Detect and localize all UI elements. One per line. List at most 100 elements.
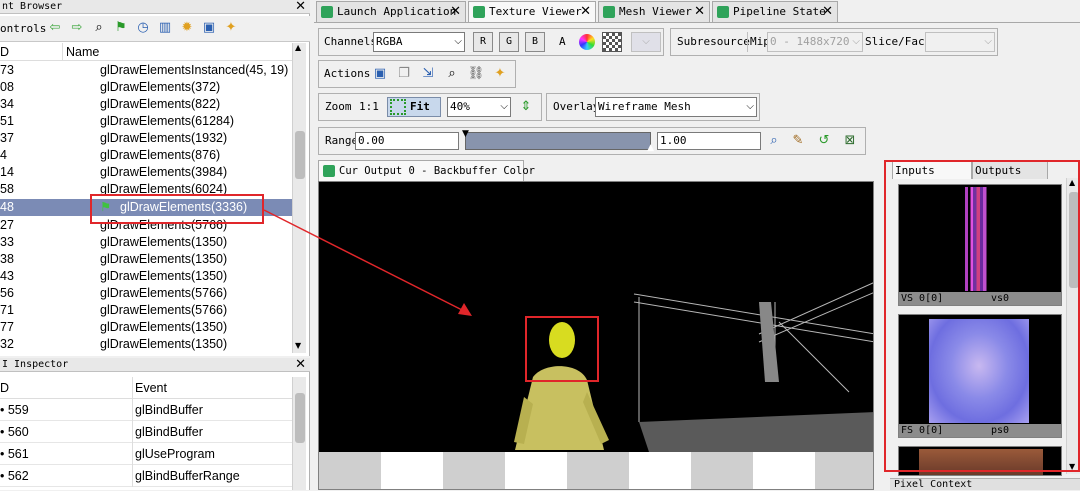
api-call-row[interactable]: • 562 glBindBufferRange	[0, 465, 292, 487]
subresource-label: Subresource	[677, 35, 750, 48]
api-inspector-panel: I Inspector ✕ D Event • 559 glBindBuffer …	[0, 358, 310, 490]
api-inspector-header: D Event	[0, 377, 292, 399]
api-call-row[interactable]: • 559 glBindBuffer	[0, 399, 292, 421]
subresource-toolbar: Subresource Mip 0 - 1488x720 ⌵ Slice/Face…	[670, 28, 998, 56]
slice-face-select[interactable]: ⌵	[925, 32, 995, 52]
event-row[interactable]: 71 glDrawElements(5766)	[0, 302, 292, 319]
save-texture-icon[interactable]: ▣	[371, 65, 389, 83]
checker-floor	[319, 452, 873, 489]
star-icon[interactable]: ✦	[491, 65, 509, 83]
red-channel-toggle[interactable]: R	[473, 32, 493, 52]
reset-range-icon[interactable]: ↺	[815, 132, 833, 150]
blue-channel-toggle[interactable]: B	[525, 32, 545, 52]
range-black-point-handle[interactable]: ▼	[462, 129, 469, 139]
copy-icon[interactable]: ❐	[395, 65, 413, 83]
range-toolbar: Range 0.00 ▼ ▲ 1.00 ⌕ ✎ ↺ ⊠	[318, 127, 866, 155]
zoom-range-icon[interactable]: ⌕	[765, 132, 783, 150]
event-row[interactable]: 56 glDrawElements(5766)	[0, 285, 292, 302]
range-white-point-handle[interactable]: ▲	[647, 143, 654, 153]
event-row[interactable]: 33 glDrawElements(1350)	[0, 234, 292, 251]
chevron-down-icon: ⌵	[984, 36, 992, 47]
annotation-highlight-box	[884, 160, 1080, 472]
range-slider[interactable]: ▼ ▲	[462, 129, 654, 153]
close-icon[interactable]: ✕	[295, 0, 306, 13]
mip-select[interactable]: 0 - 1488x720 ⌵	[767, 32, 863, 52]
event-row[interactable]: 08 glDrawElements(372)	[0, 79, 292, 96]
close-icon[interactable]: ✕	[694, 2, 705, 22]
settings-gear-icon[interactable]: ✹	[178, 19, 196, 37]
binoculars-icon[interactable]: ⌕	[443, 65, 461, 83]
flip-vertical-icon[interactable]: ⇕	[517, 98, 535, 116]
find-binoculars-icon[interactable]: ⌕	[90, 19, 108, 37]
tab-window-icon	[717, 6, 729, 18]
previous-arrow-icon[interactable]: ⇦	[46, 19, 64, 37]
column-header-id[interactable]: D	[0, 43, 9, 61]
star-icon[interactable]: ✦	[222, 19, 240, 37]
event-row[interactable]: 37 glDrawElements(1932)	[0, 130, 292, 147]
statistics-icon[interactable]: ▥	[156, 19, 174, 37]
event-row[interactable]: 77 glDrawElements(1350)	[0, 319, 292, 336]
api-inspector-scrollbar[interactable]	[292, 377, 306, 490]
output-tab[interactable]: Cur Output 0 - Backbuffer Color	[318, 160, 535, 181]
event-row[interactable]: 51 glDrawElements(61284)	[0, 113, 292, 130]
scrollbar-thumb[interactable]	[295, 393, 305, 443]
range-label: Range	[325, 134, 359, 147]
scroll-up-arrow-icon[interactable]: ▲	[295, 43, 301, 52]
api-call-row[interactable]: • 560 glBindBuffer	[0, 421, 292, 443]
link-icon[interactable]: ⛓	[467, 65, 485, 83]
api-call-row[interactable]: • 561 glUseProgram	[0, 443, 292, 465]
main-tab-bar: Launch Application ✕ Texture Viewer ✕ Mesh…	[314, 0, 1080, 23]
texture-viewport[interactable]	[318, 181, 874, 490]
next-arrow-icon[interactable]: ⇨	[68, 19, 86, 37]
channels-select[interactable]: RGBA ⌵	[373, 32, 465, 52]
column-header-event[interactable]: Event	[132, 377, 167, 399]
range-min-input[interactable]: 0.00	[355, 132, 459, 150]
scroll-down-arrow-icon[interactable]: ▼	[295, 341, 301, 350]
bookmark-flag-icon[interactable]: ⚑	[112, 19, 130, 37]
tab-mesh-viewer[interactable]: Mesh Viewer ✕	[598, 1, 710, 22]
event-list-scrollbar[interactable]: ▲ ▼	[292, 43, 306, 353]
alpha-channel-toggle[interactable]: A	[559, 32, 566, 52]
fit-button[interactable]: Fit	[387, 97, 441, 117]
fit-to-window-icon	[390, 99, 406, 115]
checkerboard-icon[interactable]	[602, 32, 622, 52]
event-row[interactable]: 32 glDrawElements(1350)	[0, 336, 292, 352]
close-icon[interactable]: ✕	[295, 358, 306, 371]
column-header-name[interactable]: Name	[62, 43, 99, 61]
event-row[interactable]: 4 glDrawElements(876)	[0, 147, 292, 164]
color-wheel-icon[interactable]	[579, 34, 595, 50]
histogram-icon[interactable]: ⊠	[841, 132, 859, 150]
zoom-toolbar: Zoom 1:1 Fit 40% ⌵ ⇕	[318, 93, 542, 121]
actions-label: Actions	[324, 67, 371, 80]
column-header-id[interactable]: D	[0, 377, 9, 399]
overlay-select[interactable]: Wireframe Mesh ⌵	[595, 97, 757, 117]
tab-launch-application[interactable]: Launch Application ✕	[316, 1, 466, 22]
tab-texture-viewer[interactable]: Texture Viewer ✕	[468, 1, 596, 22]
scrollbar-thumb[interactable]	[295, 131, 305, 179]
zoom-select[interactable]: 40% ⌵	[447, 97, 511, 117]
tab-pipeline-state[interactable]: Pipeline State ✕	[712, 1, 838, 22]
api-inspector-title: I Inspector	[2, 359, 69, 370]
save-icon[interactable]: ▣	[200, 19, 218, 37]
tab-window-icon	[323, 165, 335, 177]
close-icon[interactable]: ✕	[450, 2, 461, 22]
zoom-label: Zoom	[325, 100, 352, 113]
green-channel-toggle[interactable]: G	[499, 32, 519, 52]
controls-label: ontrols	[0, 22, 47, 35]
event-row[interactable]: 38 glDrawElements(1350)	[0, 251, 292, 268]
event-row[interactable]: 73 glDrawElementsInstanced(45, 19)	[0, 62, 292, 79]
open-in-icon[interactable]: ⇲	[419, 65, 437, 83]
range-max-input[interactable]: 1.00	[657, 132, 761, 150]
event-row[interactable]: 34 glDrawElements(822)	[0, 96, 292, 113]
zoom-1to1-button[interactable]: 1:1	[359, 97, 379, 117]
event-row[interactable]: 43 glDrawElements(1350)	[0, 268, 292, 285]
timer-icon[interactable]: ◷	[134, 19, 152, 37]
color-picker-disabled[interactable]: ⌵	[631, 32, 661, 52]
event-row[interactable]: 14 glDrawElements(3984)	[0, 164, 292, 181]
wireframe-lines	[633, 282, 873, 422]
chevron-down-icon: ⌵	[454, 36, 462, 47]
pixel-context-panel-title: Pixel Context	[890, 478, 1080, 490]
auto-fit-range-icon[interactable]: ✎	[789, 132, 807, 150]
close-icon[interactable]: ✕	[580, 2, 591, 22]
close-icon[interactable]: ✕	[822, 2, 833, 22]
